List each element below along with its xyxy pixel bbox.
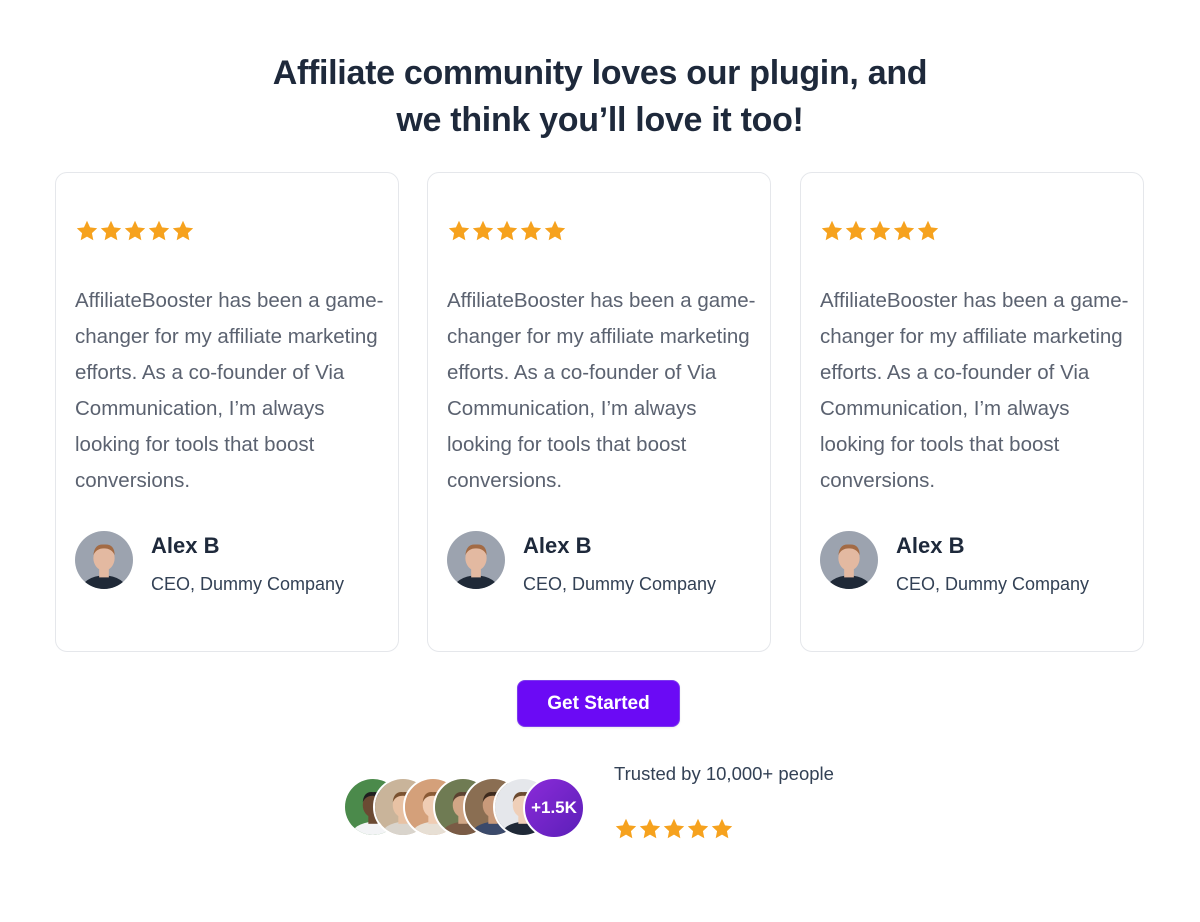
rating-stars bbox=[447, 219, 567, 243]
star-icon bbox=[868, 219, 892, 243]
heading-line-1: Affiliate community loves our plugin, an… bbox=[272, 54, 928, 92]
trusted-by-text: Trusted by 10,000+ people bbox=[614, 763, 834, 784]
star-icon bbox=[123, 219, 147, 243]
author-role: CEO, Dummy Company bbox=[151, 574, 345, 594]
star-icon bbox=[710, 817, 734, 841]
section-heading: Affiliate community loves our plugin, an… bbox=[0, 50, 1200, 144]
testimonial-quote: AffiliateBooster has been a game-changer… bbox=[75, 289, 384, 492]
star-icon bbox=[686, 817, 710, 841]
star-icon bbox=[662, 817, 686, 841]
more-users-badge: +1.5K bbox=[523, 777, 585, 839]
star-icon bbox=[171, 219, 195, 243]
author-name: Alex B bbox=[151, 533, 220, 558]
star-icon bbox=[519, 219, 543, 243]
avatar bbox=[820, 531, 878, 589]
star-icon bbox=[916, 219, 940, 243]
testimonial-quote: AffiliateBooster has been a game-changer… bbox=[447, 289, 756, 492]
star-icon bbox=[99, 219, 123, 243]
get-started-button[interactable]: Get Started bbox=[517, 680, 680, 727]
star-icon bbox=[447, 219, 471, 243]
rating-stars bbox=[820, 219, 940, 243]
testimonial-card: AffiliateBooster has been a game-changer… bbox=[427, 172, 771, 652]
trust-rating-stars bbox=[614, 817, 734, 841]
star-icon bbox=[844, 219, 868, 243]
rating-stars bbox=[75, 219, 195, 243]
avatar bbox=[75, 531, 133, 589]
star-icon bbox=[892, 219, 916, 243]
testimonial-cards: AffiliateBooster has been a game-changer… bbox=[55, 172, 1145, 652]
author-name: Alex B bbox=[523, 533, 592, 558]
author-role: CEO, Dummy Company bbox=[523, 574, 717, 594]
star-icon bbox=[471, 219, 495, 243]
author-name: Alex B bbox=[896, 533, 965, 558]
heading-line-2: we think you’ll love it too! bbox=[396, 101, 804, 139]
testimonial-card: AffiliateBooster has been a game-changer… bbox=[55, 172, 399, 652]
trusted-users-avatars: +1.5K bbox=[343, 777, 588, 839]
author-role: CEO, Dummy Company bbox=[896, 574, 1090, 594]
star-icon bbox=[75, 219, 99, 243]
star-icon bbox=[543, 219, 567, 243]
star-icon bbox=[495, 219, 519, 243]
star-icon bbox=[614, 817, 638, 841]
star-icon bbox=[638, 817, 662, 841]
star-icon bbox=[820, 219, 844, 243]
star-icon bbox=[147, 219, 171, 243]
avatar bbox=[447, 531, 505, 589]
testimonial-quote: AffiliateBooster has been a game-changer… bbox=[820, 289, 1129, 492]
testimonial-card: AffiliateBooster has been a game-changer… bbox=[800, 172, 1144, 652]
